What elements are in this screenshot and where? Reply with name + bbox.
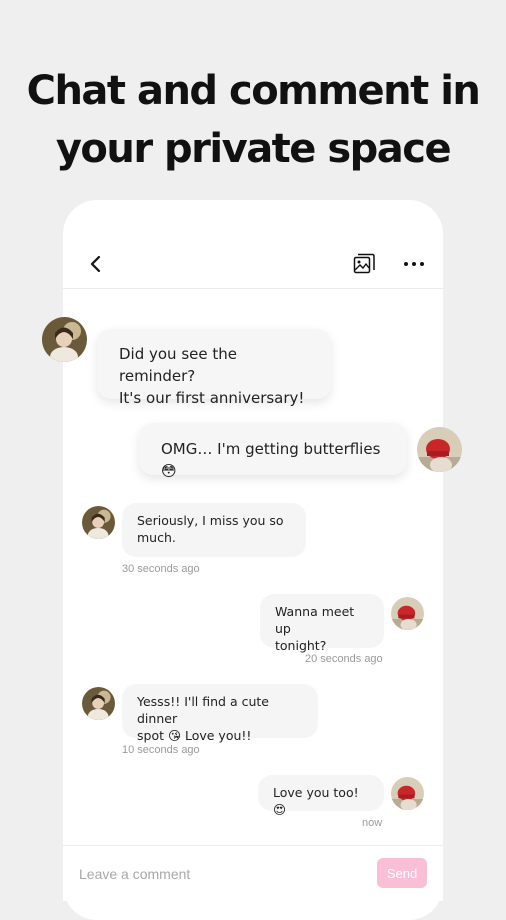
message-text: It's our first anniversary! xyxy=(119,389,305,407)
headline-line-2: your private space xyxy=(55,126,452,172)
message-text: Did you see the reminder? xyxy=(119,345,237,385)
message-timestamp: 20 seconds ago xyxy=(305,653,383,665)
message-bubble: Did you see the reminder? It's our first… xyxy=(97,329,331,407)
message-timestamp: now xyxy=(362,817,383,829)
message-text: much. xyxy=(137,530,176,545)
my-avatar[interactable] xyxy=(391,777,424,810)
comment-input[interactable] xyxy=(77,858,371,890)
headline: Chat and comment in your private space xyxy=(0,62,506,178)
message-bubble: Seriously, I miss you so much. xyxy=(122,503,306,557)
partner-avatar[interactable] xyxy=(42,317,87,362)
message-text: OMG… I'm getting butterflies 😳 xyxy=(161,440,381,480)
headline-line-1: Chat and comment in xyxy=(26,68,481,114)
chevron-left-icon[interactable] xyxy=(87,252,105,276)
photo-gallery-icon[interactable] xyxy=(353,253,375,275)
message-text: tonight? xyxy=(275,638,327,653)
message-timestamp: 30 seconds ago xyxy=(122,563,200,575)
partner-avatar[interactable] xyxy=(82,506,115,539)
message-bubble: Love you too! 😍 xyxy=(258,775,384,817)
message-bubble: OMG… I'm getting butterflies 😳 xyxy=(139,423,407,480)
my-avatar[interactable] xyxy=(391,597,424,630)
my-avatar[interactable] xyxy=(417,427,462,472)
message-text: Yesss!! I'll find a cute dinner xyxy=(137,694,269,726)
message-text: Love you too! 😍 xyxy=(273,785,359,817)
chat-header xyxy=(63,200,443,289)
message-timestamp: 10 seconds ago xyxy=(122,744,200,756)
partner-avatar[interactable] xyxy=(82,687,115,720)
message-text: Seriously, I miss you so xyxy=(137,513,284,528)
phone-frame xyxy=(63,200,443,920)
comment-composer: Send xyxy=(63,845,443,901)
message-text: spot 😘 Love you!! xyxy=(137,728,252,743)
message-bubble: Yesss!! I'll find a cute dinner spot 😘 L… xyxy=(122,684,318,743)
message-text: Wanna meet up xyxy=(275,604,355,636)
message-bubble: Wanna meet up tonight? xyxy=(260,594,384,653)
more-horizontal-icon[interactable] xyxy=(402,256,426,272)
send-button[interactable]: Send xyxy=(377,858,427,888)
